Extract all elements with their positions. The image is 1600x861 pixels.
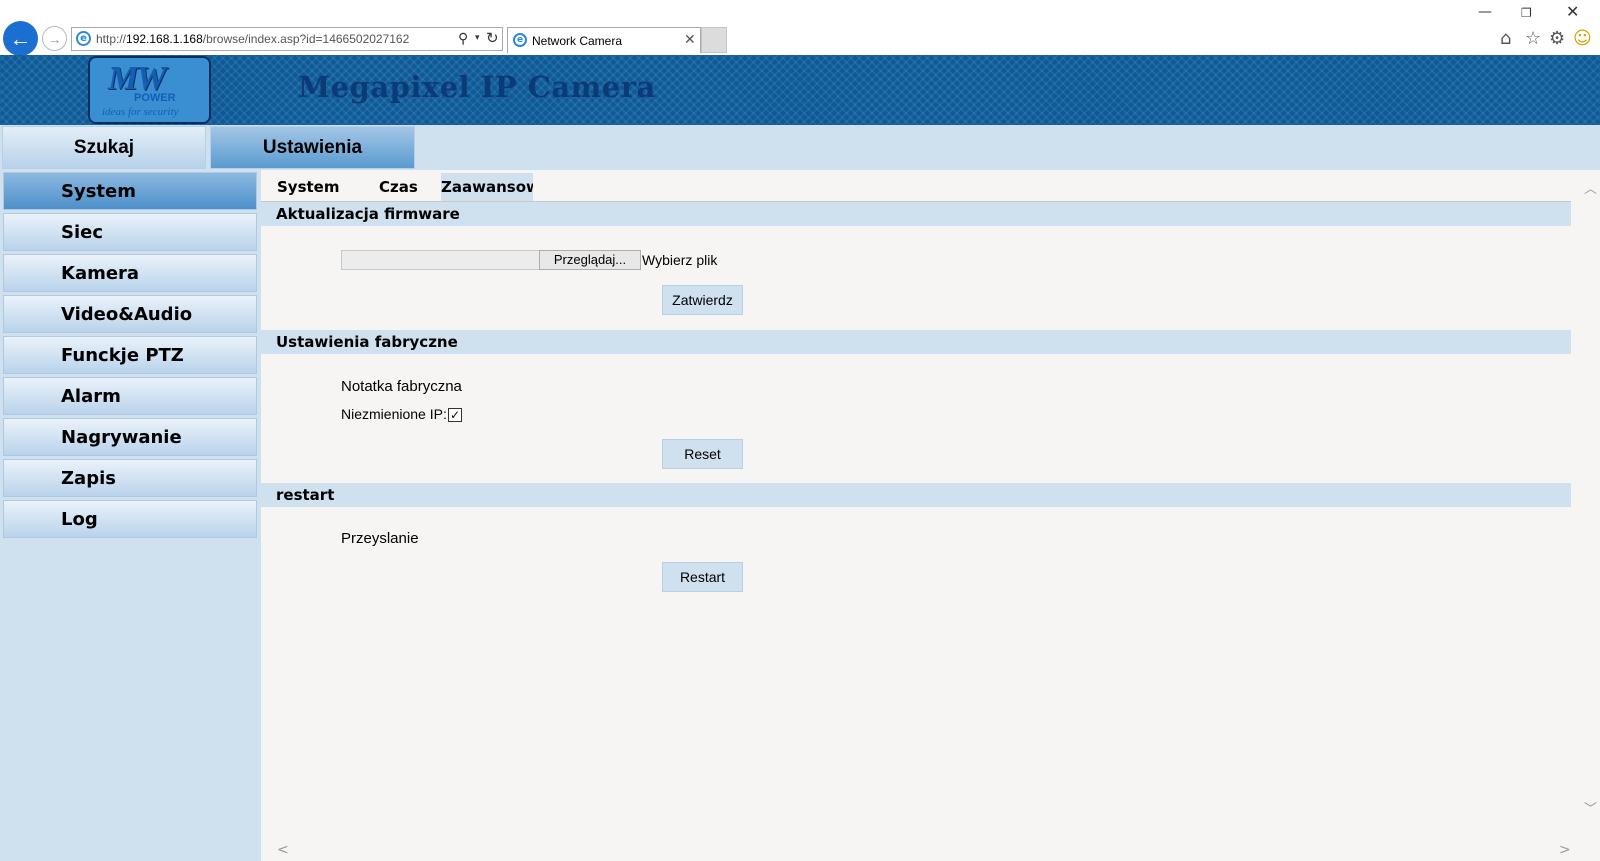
favorites-star-icon[interactable]: ☆	[1525, 28, 1541, 49]
browser-chrome: ← → e http://192.168.1.168/browse/index.…	[0, 0, 1600, 56]
ie-tab-icon: e	[513, 33, 527, 47]
sidebar-item-log[interactable]: Log	[3, 500, 257, 538]
minimize-icon[interactable]: —	[1478, 4, 1492, 20]
scroll-up-icon[interactable]: ︿	[1584, 178, 1597, 197]
sidebar: System Siec Kamera Video&Audio Funckje P…	[0, 170, 261, 861]
scroll-down-icon[interactable]: ﹀	[1584, 798, 1597, 817]
subtab-zaawansowane[interactable]: Zaawansow	[441, 173, 533, 201]
scroll-left-icon[interactable]: <	[277, 842, 289, 858]
url-path: /browse/index.asp?id=1466502027162	[202, 32, 410, 46]
forward-button[interactable]: →	[42, 26, 67, 51]
restart-section-heading: restart	[261, 483, 1571, 507]
browser-tab-title: Network Camera	[532, 34, 623, 48]
mw-power-logo: MW POWER ideas for security	[88, 56, 211, 124]
tab-ustawienia[interactable]: Ustawienia	[210, 126, 415, 169]
sidebar-item-kamera[interactable]: Kamera	[3, 254, 257, 292]
sidebar-item-nagrywanie[interactable]: Nagrywanie	[3, 418, 257, 456]
restart-button[interactable]: Restart	[662, 562, 743, 592]
firmware-section-heading: Aktualizacja firmware	[261, 202, 1571, 226]
top-tab-bar: Szukaj Ustawienia	[0, 125, 1600, 170]
sub-tab-bar: System Czas Zaawansow	[261, 170, 1571, 202]
browser-tab[interactable]: e Network Camera ✕	[507, 27, 701, 53]
factory-section-heading: Ustawienia fabryczne	[261, 330, 1571, 354]
factory-note-text: Notatka fabryczna	[341, 378, 462, 395]
forward-arrow-icon: →	[47, 30, 62, 47]
subtab-system[interactable]: System	[277, 178, 339, 196]
file-status-text: Wybierz plik	[642, 252, 718, 268]
address-bar[interactable]: e http://192.168.1.168/browse/index.asp?…	[71, 27, 503, 51]
new-tab-button[interactable]	[701, 27, 727, 53]
browse-button[interactable]: Przeglądaj...	[539, 250, 641, 270]
sidebar-item-siec[interactable]: Siec	[3, 213, 257, 251]
sidebar-item-ptz[interactable]: Funckje PTZ	[3, 336, 257, 374]
back-arrow-icon: ←	[9, 25, 32, 51]
back-button[interactable]: ←	[3, 21, 38, 56]
close-window-icon[interactable]: ✕	[1566, 2, 1579, 21]
restart-text: Przeyslanie	[341, 530, 419, 547]
keep-ip-label: Niezmienione IP:	[341, 406, 447, 422]
feedback-smiley-icon[interactable]: ☺	[1573, 28, 1592, 49]
page-title: Megapixel IP Camera	[298, 70, 656, 104]
reset-button[interactable]: Reset	[662, 439, 743, 469]
tab-szukaj[interactable]: Szukaj	[2, 126, 206, 169]
url-host: 192.168.1.168	[126, 32, 203, 46]
sidebar-item-system[interactable]: System	[3, 172, 257, 210]
url-prefix: http://	[96, 32, 127, 46]
logo-tagline: ideas for security	[102, 106, 179, 118]
sidebar-item-zapis[interactable]: Zapis	[3, 459, 257, 497]
sidebar-item-alarm[interactable]: Alarm	[3, 377, 257, 415]
logo-power-text: POWER	[134, 92, 176, 104]
url-text[interactable]: http://192.168.1.168/browse/index.asp?id…	[96, 32, 409, 46]
keep-ip-checkbox[interactable]: ✓	[448, 408, 462, 422]
search-icon[interactable]: ⚲	[458, 30, 468, 47]
submit-firmware-button[interactable]: Zatwierdz	[662, 285, 743, 315]
page-banner: MW POWER ideas for security Megapixel IP…	[0, 55, 1600, 125]
sidebar-item-video-audio[interactable]: Video&Audio	[3, 295, 257, 333]
restore-icon[interactable]: ❐	[1521, 6, 1532, 20]
refresh-icon[interactable]: ↻	[486, 29, 499, 47]
firmware-file-input[interactable]	[341, 250, 540, 270]
gear-icon[interactable]: ⚙	[1549, 28, 1565, 49]
close-tab-icon[interactable]: ✕	[684, 31, 696, 48]
subtab-czas[interactable]: Czas	[379, 178, 418, 196]
main-content: System Czas Zaawansow Aktualizacja firmw…	[261, 170, 1600, 861]
scroll-right-icon[interactable]: >	[1559, 842, 1571, 858]
chevron-down-icon[interactable]: ▾	[475, 32, 480, 43]
home-icon[interactable]: ⌂	[1500, 28, 1511, 49]
ie-page-icon: e	[76, 31, 91, 46]
